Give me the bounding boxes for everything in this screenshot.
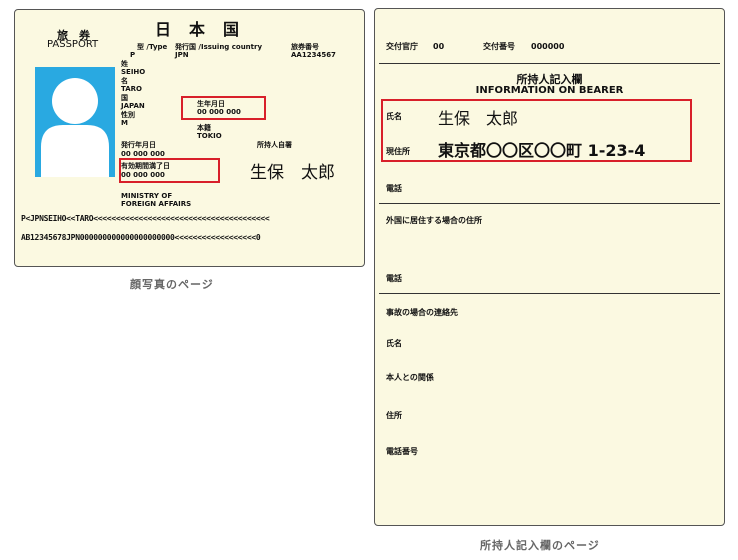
photo-page-caption: 顔写真のページ (130, 278, 214, 291)
country-title: 日 本 国 (155, 20, 241, 39)
type-label: 型 /Type (137, 43, 168, 51)
emergency-phone-label: 電話番号 (386, 447, 418, 456)
issuer-value: 00 (433, 42, 445, 51)
authority-line-1: MINISTRY OF (121, 192, 173, 200)
signature-value: 生保 太郎 (250, 163, 335, 183)
expiry-value: 00 000 000 (121, 171, 165, 179)
dob-value: 00 000 000 (197, 108, 241, 116)
dob-label: 生年月日 (197, 100, 225, 108)
authority-line-2: FOREIGN AFFAIRS (121, 200, 192, 208)
bearer-name-value: 生保 太郎 (438, 109, 519, 128)
address-label: 現住所 (386, 147, 410, 156)
foreign-address-label: 外国に居住する場合の住所 (386, 216, 482, 225)
bearer-name-label: 氏名 (386, 112, 402, 121)
expiry-label: 有効期間満了日 (121, 162, 170, 170)
signature-label: 所持人自署 (257, 141, 292, 149)
divider-foreign-phone (379, 293, 720, 294)
nationality-value: JAPAN (121, 102, 145, 110)
bearer-page-caption: 所持人記入欄のページ (480, 539, 600, 552)
sex-value: M (121, 119, 128, 127)
passport-number-label: 旅券番号 (291, 43, 319, 51)
divider-phone (379, 203, 720, 204)
foreign-phone-label: 電話 (386, 274, 402, 283)
emergency-address-label: 住所 (386, 411, 402, 420)
phone-label: 電話 (386, 184, 402, 193)
bearer-photo (35, 67, 115, 177)
type-value: P (130, 51, 136, 59)
surname-label: 姓 (121, 60, 128, 68)
passport-number-value: AA1234567 (291, 51, 336, 59)
nationality-label: 国 (121, 94, 128, 102)
issuer-label: 交付官庁 (386, 42, 418, 51)
issue-date-value: 00 000 000 (121, 150, 165, 158)
domicile-label: 本籍 (197, 124, 211, 132)
surname-value: SEIHO (121, 68, 146, 76)
bearer-page-card: 交付官庁 00 交付番号 000000 所持人記入欄 INFORMATION O… (374, 8, 725, 526)
issuing-country-label: 発行国 /Issuing country (175, 43, 263, 51)
given-name-value: TARO (121, 85, 142, 93)
passport-title-en: PASSPORT (47, 39, 99, 50)
given-name-label: 名 (121, 77, 128, 85)
sex-label: 性別 (121, 111, 135, 119)
issuing-country-value: JPN (175, 51, 189, 59)
address-value: 東京都〇〇区〇〇町 1-23-4 (438, 141, 646, 160)
issue-date-label: 発行年月日 (121, 141, 156, 149)
mrz-line-2: AB12345678JPN000000000000000000000<<<<<<… (21, 233, 261, 242)
person-silhouette-icon (41, 78, 109, 177)
bearer-title-en: INFORMATION ON BEARER (475, 85, 624, 96)
issue-number-label: 交付番号 (483, 42, 515, 51)
emergency-contact-label: 事故の場合の連絡先 (386, 308, 458, 317)
photo-page-card: 日 本 国 旅 券 PASSPORT 型 /Type P 発行国 /Issuin… (14, 9, 365, 267)
divider-top (379, 63, 720, 64)
domicile-value: TOKIO (197, 132, 222, 140)
emergency-name-label: 氏名 (386, 339, 402, 348)
mrz-line-1: P<JPNSEIHO<<TARO<<<<<<<<<<<<<<<<<<<<<<<<… (21, 214, 270, 223)
relation-label: 本人との関係 (386, 373, 434, 382)
issue-number-value: 000000 (531, 42, 565, 51)
